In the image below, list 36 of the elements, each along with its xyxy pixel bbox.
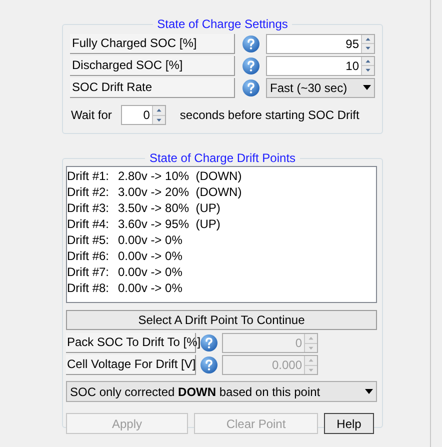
dialog-button[interactable]: Help — [324, 413, 374, 434]
spin-down-icon[interactable] — [362, 66, 374, 74]
spin-down-icon[interactable] — [362, 44, 374, 52]
drift-point-item[interactable]: Drift #2: 3.00v -> 20% (DOWN) — [67, 184, 376, 200]
drift-point-item[interactable]: Drift #6: 0.00v -> 0% — [67, 248, 376, 264]
wait-suffix-label: seconds before starting SOC Drift — [180, 107, 360, 124]
group-title: State of Charge Settings — [153, 17, 292, 31]
help-icon[interactable] — [242, 56, 260, 74]
caret-icon — [365, 389, 373, 394]
drift-rate-dropdown[interactable]: Fast (~30 sec) — [266, 78, 375, 98]
spinner-field[interactable]: 10 — [266, 56, 375, 76]
spin-up-icon[interactable] — [362, 34, 374, 44]
drift-point-item[interactable]: Drift #1: 2.80v -> 10% (DOWN) — [67, 168, 376, 184]
drift-point-item[interactable]: Drift #8: 0.00v -> 0% — [67, 280, 376, 296]
field-label: Fully Charged SOC [%] — [70, 34, 236, 54]
field-label: Cell Voltage For Drift [V] — [66, 355, 196, 375]
drift-point-item[interactable]: Drift #4: 3.60v -> 95% (UP) — [67, 216, 376, 232]
help-icon[interactable] — [200, 334, 218, 352]
help-icon[interactable] — [200, 356, 218, 374]
spinner-field[interactable]: 95 — [266, 34, 375, 54]
select-drift-point-button[interactable]: Select A Drift Point To Continue — [66, 310, 377, 330]
help-icon[interactable] — [242, 78, 260, 96]
drift-point-item[interactable]: Drift #7: 0.00v -> 0% — [67, 264, 376, 280]
drift-point-item[interactable]: Drift #5: 0.00v -> 0% — [67, 232, 376, 248]
field-label: Discharged SOC [%] — [70, 56, 236, 76]
spin-up-icon[interactable] — [362, 56, 374, 66]
spinner-field[interactable]: 0 — [120, 105, 166, 125]
help-icon[interactable] — [242, 34, 260, 52]
spin-up-icon[interactable] — [152, 106, 165, 116]
caret-icon — [363, 85, 371, 90]
direction-dropdown[interactable]: SOC only corrected DOWN based on this point — [66, 381, 377, 402]
wait-label: Wait for — [71, 107, 112, 124]
drift-point-list[interactable] — [66, 166, 377, 303]
group-title: State of Charge Drift Points — [145, 151, 300, 165]
drift-point-item[interactable]: Drift #3: 3.50v -> 80% (UP) — [67, 200, 376, 216]
field-label: SOC Drift Rate — [70, 78, 236, 98]
